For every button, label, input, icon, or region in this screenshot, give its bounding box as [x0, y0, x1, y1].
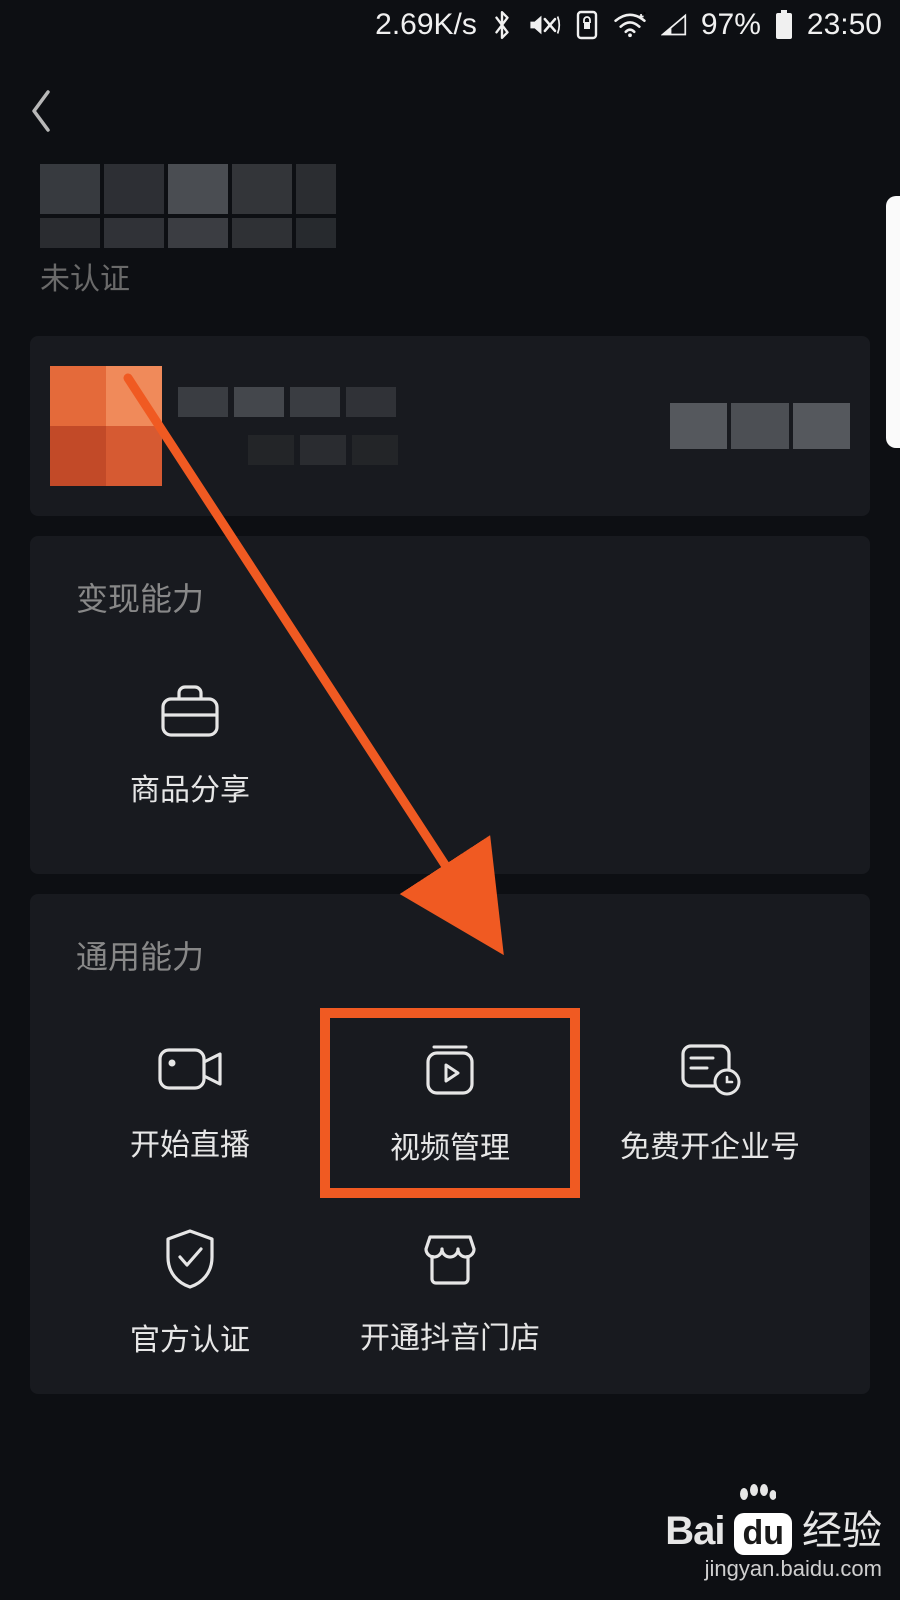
item-label: 视频管理 — [390, 1123, 510, 1167]
item-video-manage[interactable]: 视频管理 — [320, 1008, 580, 1198]
item-official-verify[interactable]: 官方认证 — [60, 1198, 320, 1388]
item-start-live[interactable]: 开始直播 — [60, 1008, 320, 1198]
video-folder-icon — [420, 1039, 480, 1099]
item-product-share[interactable]: 商品分享 — [60, 650, 320, 840]
card-lock-icon — [575, 10, 599, 40]
camera-icon — [154, 1042, 226, 1096]
item-open-store[interactable]: 开通抖音门店 — [320, 1198, 580, 1388]
shield-check-icon — [162, 1227, 218, 1291]
redacted-username-sub — [40, 218, 860, 248]
redacted-username — [40, 164, 860, 214]
item-free-enterprise[interactable]: 免费开企业号 — [580, 1008, 840, 1198]
item-label: 商品分享 — [130, 765, 250, 809]
nav-header — [0, 68, 900, 158]
battery-percent: 97% — [701, 8, 761, 42]
watermark: Bai du 经验 jingyan.baidu.com — [665, 1498, 882, 1582]
item-label: 开通抖音门店 — [360, 1313, 540, 1357]
item-label: 免费开企业号 — [620, 1122, 800, 1166]
banner-text-redacted — [178, 387, 654, 465]
creator-banner-card[interactable] — [30, 336, 870, 516]
signal-icon — [661, 13, 687, 37]
verify-status: 未认证 — [40, 254, 860, 298]
wifi-icon — [613, 12, 647, 38]
battery-icon — [775, 10, 793, 40]
wm-brand-left: Bai — [665, 1509, 724, 1554]
item-label: 官方认证 — [130, 1315, 250, 1359]
item-label: 开始直播 — [130, 1120, 250, 1164]
calendar-clock-icon — [677, 1040, 743, 1098]
wm-brand-right: 经验 — [802, 1498, 882, 1556]
paw-icon — [736, 1484, 776, 1508]
store-icon — [420, 1229, 480, 1289]
clock: 23:50 — [807, 8, 882, 42]
banner-thumb — [50, 366, 162, 486]
banner-button-redacted — [670, 403, 850, 449]
monetize-section: 变现能力 商品分享 — [30, 536, 870, 874]
section-title-monetize: 变现能力 — [30, 536, 870, 620]
profile-block: 未认证 — [0, 164, 900, 298]
wm-brand-box: du — [734, 1513, 792, 1555]
status-bar: 2.69K/s 97% 23:50 — [0, 0, 900, 50]
bluetooth-icon — [491, 10, 513, 40]
briefcase-icon — [157, 681, 223, 741]
general-section: 通用能力 开始直播 视频管理 免费开企业号 官方认证 — [30, 894, 870, 1394]
back-button[interactable] — [28, 88, 56, 139]
network-speed: 2.69K/s — [375, 8, 477, 42]
wm-url: jingyan.baidu.com — [665, 1556, 882, 1582]
scroll-indicator[interactable] — [886, 196, 900, 448]
section-title-general: 通用能力 — [30, 894, 870, 978]
mute-vibrate-icon — [527, 10, 561, 40]
